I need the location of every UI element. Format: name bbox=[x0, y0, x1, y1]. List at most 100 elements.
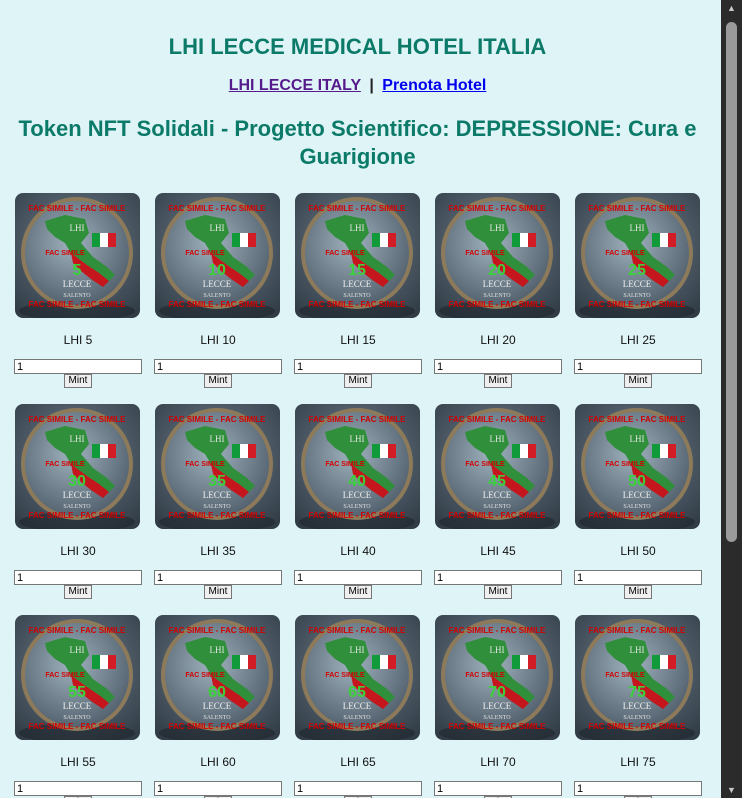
watermark-center: FAC SIMILE bbox=[45, 461, 85, 468]
coin-number: 20 bbox=[488, 262, 506, 279]
watermark-top: FAC SIMILE - FAC SIMILE bbox=[29, 626, 127, 635]
watermark-bottom: FAC SIMILE - FAC SIMILE bbox=[29, 722, 127, 731]
token-label: LHI 15 bbox=[340, 333, 376, 347]
token-card: LHI 50 LECCE SALENTO FAC SIMILE - FAC SIMILE… bbox=[574, 404, 702, 604]
watermark-top: FAC SIMILE - FAC SIMILE bbox=[309, 415, 407, 424]
coin-top-text: LHI bbox=[210, 434, 225, 444]
quantity-input[interactable] bbox=[294, 570, 422, 585]
token-label: LHI 70 bbox=[480, 755, 516, 769]
coin-region-text: SALENTO bbox=[623, 293, 651, 299]
watermark-bottom: FAC SIMILE - FAC SIMILE bbox=[309, 511, 407, 520]
coin-top-text: LHI bbox=[490, 223, 505, 233]
mint-button[interactable]: Mint bbox=[484, 585, 512, 599]
watermark-bottom: FAC SIMILE - FAC SIMILE bbox=[309, 722, 407, 731]
mint-button[interactable]: Mint bbox=[624, 585, 652, 599]
token-label: LHI 50 bbox=[620, 544, 656, 558]
mint-button[interactable]: Mint bbox=[624, 374, 652, 388]
mint-button[interactable]: Mint bbox=[64, 585, 92, 599]
watermark-top: FAC SIMILE - FAC SIMILE bbox=[449, 204, 547, 213]
nav-link-prenota-hotel[interactable]: Prenota Hotel bbox=[382, 77, 486, 94]
token-card: LHI 10 LECCE SALENTO FAC SIMILE - FAC SIMILE… bbox=[154, 193, 282, 393]
watermark-top: FAC SIMILE - FAC SIMILE bbox=[29, 204, 127, 213]
nav-separator: | bbox=[369, 77, 374, 94]
coin-region-text: SALENTO bbox=[343, 504, 371, 510]
scrollbar[interactable]: ▲ ▼ bbox=[721, 0, 742, 798]
coin-region-text: SALENTO bbox=[63, 504, 91, 510]
nav-link-lhi-lecce-italy[interactable]: LHI LECCE ITALY bbox=[229, 77, 361, 94]
coin-image: LHI 15 LECCE SALENTO FAC SIMILE - FAC SIMILE… bbox=[295, 193, 420, 318]
watermark-top: FAC SIMILE - FAC SIMILE bbox=[589, 626, 687, 635]
coin-image: LHI 30 LECCE SALENTO FAC SIMILE - FAC SIMILE… bbox=[15, 404, 140, 529]
watermark-top: FAC SIMILE - FAC SIMILE bbox=[29, 415, 127, 424]
coin-top-text: LHI bbox=[350, 434, 365, 444]
quantity-input[interactable] bbox=[154, 781, 282, 796]
quantity-input[interactable] bbox=[434, 570, 562, 585]
quantity-input[interactable] bbox=[294, 781, 422, 796]
coin-city-text: LECCE bbox=[623, 279, 652, 289]
token-label: LHI 60 bbox=[200, 755, 236, 769]
watermark-bottom: FAC SIMILE - FAC SIMILE bbox=[309, 300, 407, 309]
watermark-center: FAC SIMILE bbox=[605, 461, 645, 468]
token-label: LHI 35 bbox=[200, 544, 236, 558]
watermark-center: FAC SIMILE bbox=[605, 672, 645, 679]
coin-city-text: LECCE bbox=[623, 490, 652, 500]
coin-city-text: LECCE bbox=[203, 279, 232, 289]
coin-image: LHI 50 LECCE SALENTO FAC SIMILE - FAC SIMILE… bbox=[575, 404, 700, 529]
watermark-center: FAC SIMILE bbox=[325, 250, 365, 257]
watermark-bottom: FAC SIMILE - FAC SIMILE bbox=[169, 511, 267, 520]
coin-top-text: LHI bbox=[350, 645, 365, 655]
coin-region-text: SALENTO bbox=[623, 504, 651, 510]
token-card: LHI 55 LECCE SALENTO FAC SIMILE - FAC SIMILE… bbox=[14, 615, 142, 798]
scroll-down-arrow-icon[interactable]: ▼ bbox=[721, 782, 742, 798]
token-label: LHI 5 bbox=[63, 333, 93, 347]
coin-region-text: SALENTO bbox=[203, 293, 231, 299]
coin-number: 50 bbox=[628, 473, 646, 490]
quantity-input[interactable] bbox=[574, 781, 702, 796]
token-card: LHI 45 LECCE SALENTO FAC SIMILE - FAC SIMILE… bbox=[434, 404, 562, 604]
coin-region-text: SALENTO bbox=[483, 715, 511, 721]
mint-button[interactable]: Mint bbox=[344, 585, 372, 599]
quantity-input[interactable] bbox=[14, 781, 142, 796]
coin-image: LHI 70 LECCE SALENTO FAC SIMILE - FAC SIMILE… bbox=[435, 615, 560, 740]
coin-top-text: LHI bbox=[490, 434, 505, 444]
quantity-input[interactable] bbox=[14, 359, 142, 374]
watermark-center: FAC SIMILE bbox=[465, 672, 505, 679]
quantity-input[interactable] bbox=[434, 781, 562, 796]
coin-image: LHI 40 LECCE SALENTO FAC SIMILE - FAC SIMILE… bbox=[295, 404, 420, 529]
coin-city-text: LECCE bbox=[623, 701, 652, 711]
token-card: LHI 15 LECCE SALENTO FAC SIMILE - FAC SIMILE… bbox=[294, 193, 422, 393]
quantity-input[interactable] bbox=[434, 359, 562, 374]
mint-button[interactable]: Mint bbox=[204, 374, 232, 388]
watermark-bottom: FAC SIMILE - FAC SIMILE bbox=[589, 722, 687, 731]
coin-number: 15 bbox=[348, 262, 366, 279]
scroll-up-arrow-icon[interactable]: ▲ bbox=[721, 0, 742, 16]
quantity-input[interactable] bbox=[574, 570, 702, 585]
token-label: LHI 10 bbox=[200, 333, 236, 347]
coin-city-text: LECCE bbox=[483, 490, 512, 500]
mint-button[interactable]: Mint bbox=[204, 585, 232, 599]
coin-number: 10 bbox=[208, 262, 226, 279]
token-card: LHI 75 LECCE SALENTO FAC SIMILE - FAC SIMILE… bbox=[574, 615, 702, 798]
quantity-input[interactable] bbox=[14, 570, 142, 585]
mint-button[interactable]: Mint bbox=[64, 374, 92, 388]
quantity-input[interactable] bbox=[154, 359, 282, 374]
token-card: LHI 5 LECCE SALENTO FAC SIMILE - FAC SIMILE F… bbox=[14, 193, 142, 393]
quantity-input[interactable] bbox=[154, 570, 282, 585]
coin-region-text: SALENTO bbox=[63, 293, 91, 299]
watermark-top: FAC SIMILE - FAC SIMILE bbox=[169, 626, 267, 635]
quantity-input[interactable] bbox=[294, 359, 422, 374]
coin-top-text: LHI bbox=[630, 645, 645, 655]
coin-region-text: SALENTO bbox=[343, 293, 371, 299]
coin-number: 5 bbox=[73, 262, 82, 279]
quantity-input[interactable] bbox=[574, 359, 702, 374]
scrollbar-thumb[interactable] bbox=[726, 22, 737, 542]
coin-image: LHI 5 LECCE SALENTO FAC SIMILE - FAC SIMILE F… bbox=[15, 193, 140, 318]
coin-number: 70 bbox=[488, 684, 506, 701]
mint-button[interactable]: Mint bbox=[344, 374, 372, 388]
watermark-top: FAC SIMILE - FAC SIMILE bbox=[449, 626, 547, 635]
coin-image: LHI 35 LECCE SALENTO FAC SIMILE - FAC SIMILE… bbox=[155, 404, 280, 529]
coin-top-text: LHI bbox=[210, 223, 225, 233]
watermark-center: FAC SIMILE bbox=[465, 461, 505, 468]
coin-number: 40 bbox=[348, 473, 366, 490]
mint-button[interactable]: Mint bbox=[484, 374, 512, 388]
